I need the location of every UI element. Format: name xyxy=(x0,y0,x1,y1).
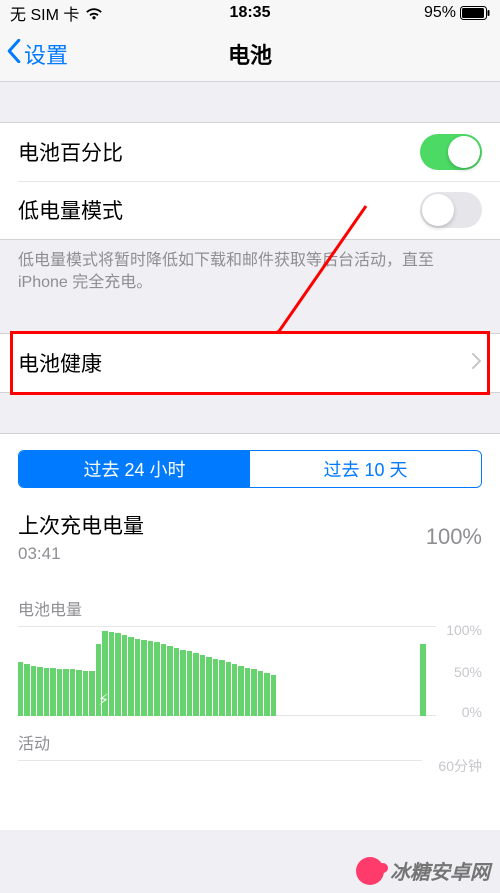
back-label: 设置 xyxy=(24,38,68,70)
cell-label: 低电量模式 xyxy=(18,195,123,225)
seg-last-10d[interactable]: 过去 10 天 xyxy=(250,451,481,487)
seg-label: 过去 24 小时 xyxy=(83,456,185,482)
carrier-text: 无 SIM 卡 xyxy=(10,1,79,25)
low-power-footer: 低电量模式将暂时降低如下载和邮件获取等后台活动，直至 iPhone 完全充电。 xyxy=(0,240,500,293)
chart-bars xyxy=(18,626,432,716)
ylabel-50: 50% xyxy=(454,664,482,680)
page-title: 电池 xyxy=(228,38,272,70)
back-button[interactable]: 设置 xyxy=(6,38,68,70)
battery-percent-text: 95% xyxy=(424,4,456,22)
chart-activity: 60分钟 xyxy=(18,760,482,810)
group-battery-settings: 电池百分比 低电量模式 xyxy=(0,122,500,240)
status-right: 95% xyxy=(424,4,490,22)
charging-bolt-icon: ⚡︎ xyxy=(98,690,109,710)
wifi-icon xyxy=(85,7,103,20)
last-charge-value: 100% xyxy=(426,524,482,550)
chart-title-activity: 活动 xyxy=(18,716,482,754)
chevron-left-icon xyxy=(6,39,22,69)
switch-battery-percentage[interactable] xyxy=(420,134,482,170)
highlight-battery-health: 电池健康 xyxy=(0,333,500,393)
seg-label: 过去 10 天 xyxy=(323,456,407,482)
last-charge-title: 上次充电电量 xyxy=(18,510,144,540)
chevron-right-icon xyxy=(472,351,482,375)
battery-icon xyxy=(460,6,490,20)
chart-battery-level: 100% 50% 0% ⚡︎ xyxy=(18,626,482,716)
seg-last-24h[interactable]: 过去 24 小时 xyxy=(19,451,250,487)
status-left: 无 SIM 卡 xyxy=(10,1,103,25)
watermark-text: 冰糖安卓网 xyxy=(390,856,490,885)
cell-battery-percentage[interactable]: 电池百分比 xyxy=(0,123,500,181)
segmented-control[interactable]: 过去 24 小时 过去 10 天 xyxy=(18,450,482,488)
ylabel-60m: 60分钟 xyxy=(438,756,482,776)
cell-label: 电池百分比 xyxy=(18,137,123,167)
nav-bar: 设置 电池 xyxy=(0,26,500,82)
switch-low-power-mode[interactable] xyxy=(420,192,482,228)
cell-low-power-mode[interactable]: 低电量模式 xyxy=(0,181,500,239)
chart-title-battery: 电池电量 xyxy=(18,582,482,620)
ylabel-0: 0% xyxy=(462,704,482,720)
group-battery-health: 电池健康 xyxy=(0,333,500,393)
status-bar: 无 SIM 卡 18:35 95% xyxy=(0,0,500,26)
cell-label: 电池健康 xyxy=(18,348,102,378)
last-charge-time: 03:41 xyxy=(18,544,144,564)
ylabel-100: 100% xyxy=(446,622,482,638)
section-usage: 过去 24 小时 过去 10 天 上次充电电量 03:41 100% 电池电量 … xyxy=(0,433,500,830)
status-time: 18:35 xyxy=(230,4,271,22)
last-charge-row: 上次充电电量 03:41 100% xyxy=(18,504,482,582)
watermark-icon xyxy=(356,857,384,885)
watermark: 冰糖安卓网 xyxy=(356,856,490,885)
cell-battery-health[interactable]: 电池健康 xyxy=(0,334,500,392)
